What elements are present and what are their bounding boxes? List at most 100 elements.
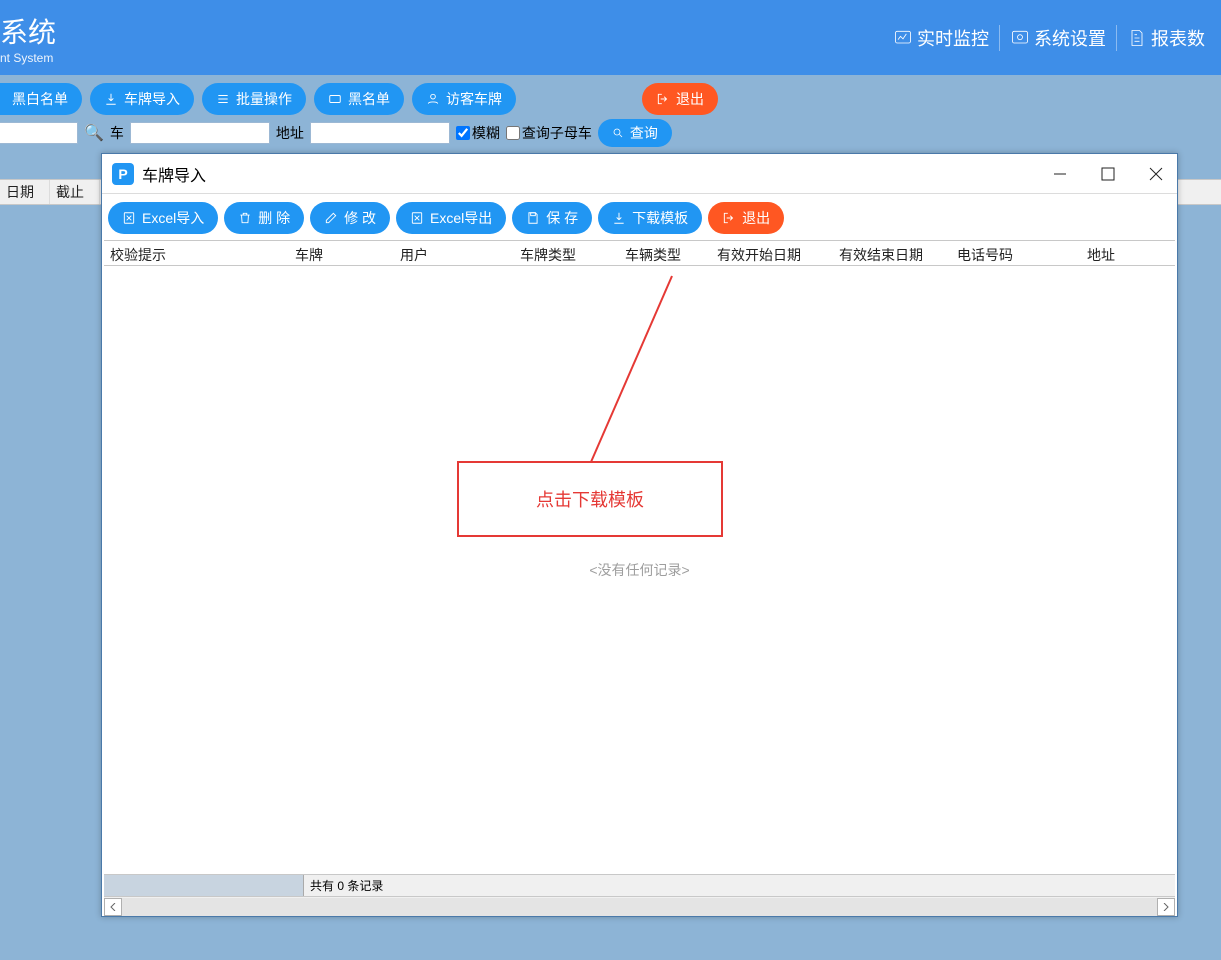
visitor-label: 访客车牌 <box>446 89 502 109</box>
horizontal-scrollbar[interactable] <box>104 896 1175 916</box>
excel-icon <box>410 211 424 225</box>
dialog-table-body: <没有任何记录> 点击下载模板 <box>104 266 1175 874</box>
parent-child-checkbox-wrap[interactable]: 查询子母车 <box>506 123 592 143</box>
address-input[interactable] <box>310 122 450 144</box>
col-phone: 电话号码 <box>951 241 1081 265</box>
nav-reports[interactable]: 报表数 <box>1121 21 1211 55</box>
batch-button[interactable]: 批量操作 <box>202 83 306 115</box>
nav-separator <box>999 25 1000 51</box>
owner-input[interactable] <box>130 122 270 144</box>
col-plate: 车牌 <box>289 241 394 265</box>
nav-monitor-label: 实时监控 <box>917 25 989 51</box>
close-button[interactable] <box>1145 163 1167 185</box>
minimize-icon <box>1053 167 1067 181</box>
dialog-exit-label: 退出 <box>742 208 770 228</box>
blackwhite-label: 黑白名单 <box>12 89 68 109</box>
scroll-left-button[interactable] <box>104 898 122 916</box>
col-plate-type: 车牌类型 <box>514 241 619 265</box>
save-icon <box>526 211 540 225</box>
blackwhite-button[interactable]: 黑白名单 <box>0 83 82 115</box>
close-icon <box>1149 167 1163 181</box>
trash-icon <box>238 211 252 225</box>
binoculars-icon[interactable]: 🔍 <box>84 123 104 143</box>
app-header: 系统 nt System 实时监控 系统设置 报表数 <box>0 0 1221 75</box>
list-icon <box>216 92 230 106</box>
import-dialog: P 车牌导入 Excel导入 删 除 修 改 Excel导出 <box>101 153 1178 917</box>
dialog-exit-button[interactable]: 退出 <box>708 202 784 234</box>
first-input[interactable] <box>0 122 78 144</box>
excel-export-label: Excel导出 <box>430 208 492 228</box>
annotation-arrow-icon <box>104 266 804 526</box>
blacklist-button[interactable]: 黑名单 <box>314 83 404 115</box>
dialog-toolbar: Excel导入 删 除 修 改 Excel导出 保 存 下载模板 <box>104 194 1175 240</box>
plate-import-label: 车牌导入 <box>124 89 180 109</box>
delete-button[interactable]: 删 除 <box>224 202 304 234</box>
query-label: 查询 <box>630 123 658 143</box>
dialog-table-header: 校验提示 车牌 用户 车牌类型 车辆类型 有效开始日期 有效结束日期 电话号码 … <box>104 240 1175 266</box>
batch-label: 批量操作 <box>236 89 292 109</box>
col-vehicle-type: 车辆类型 <box>619 241 711 265</box>
annotation-box: 点击下载模板 <box>457 461 723 537</box>
fuzzy-checkbox[interactable] <box>456 126 470 140</box>
nav-settings[interactable]: 系统设置 <box>1004 21 1112 55</box>
scroll-track[interactable] <box>122 898 1157 916</box>
query-button[interactable]: 查询 <box>598 119 672 147</box>
fuzzy-checkbox-wrap[interactable]: 模糊 <box>456 123 500 143</box>
chevron-left-icon <box>109 903 117 911</box>
exit-button[interactable]: 退出 <box>642 83 718 115</box>
exit-icon <box>656 92 670 106</box>
download-template-label: 下载模板 <box>632 208 688 228</box>
modify-label: 修 改 <box>344 208 376 228</box>
col-start-date: 有效开始日期 <box>711 241 833 265</box>
maximize-button[interactable] <box>1097 163 1119 185</box>
search-row: 🔍 车 地址 模糊 查询子母车 查询 <box>0 119 1221 149</box>
dialog-titlebar: P 车牌导入 <box>102 154 1177 194</box>
window-controls <box>1049 163 1167 185</box>
col-address: 地址 <box>1081 241 1175 265</box>
exit-label: 退出 <box>676 89 704 109</box>
reports-icon <box>1127 28 1147 48</box>
col-user: 用户 <box>394 241 514 265</box>
download-icon <box>104 92 118 106</box>
excel-export-button[interactable]: Excel导出 <box>396 202 506 234</box>
visitor-button[interactable]: 访客车牌 <box>412 83 516 115</box>
nav-settings-label: 系统设置 <box>1034 25 1106 51</box>
monitor-icon <box>893 28 913 48</box>
edit-icon <box>324 211 338 225</box>
modify-button[interactable]: 修 改 <box>310 202 390 234</box>
download-template-button[interactable]: 下载模板 <box>598 202 702 234</box>
card-icon <box>328 92 342 106</box>
excel-import-button[interactable]: Excel导入 <box>108 202 218 234</box>
nav-monitor[interactable]: 实时监控 <box>887 21 995 55</box>
annotation-text: 点击下载模板 <box>536 486 644 512</box>
scroll-right-button[interactable] <box>1157 898 1175 916</box>
top-toolbar: 黑白名单 车牌导入 批量操作 黑名单 访客车牌 退出 <box>0 75 1221 119</box>
delete-label: 删 除 <box>258 208 290 228</box>
excel-import-label: Excel导入 <box>142 208 204 228</box>
save-button[interactable]: 保 存 <box>512 202 592 234</box>
parking-logo-icon: P <box>112 163 134 185</box>
settings-icon <box>1010 28 1030 48</box>
app-subtitle: nt System <box>0 51 56 65</box>
chevron-right-icon <box>1162 903 1170 911</box>
col-end-date: 有效结束日期 <box>833 241 951 265</box>
dialog-body: Excel导入 删 除 修 改 Excel导出 保 存 下载模板 <box>102 194 1177 916</box>
parent-child-checkbox[interactable] <box>506 126 520 140</box>
excel-icon <box>122 211 136 225</box>
nav-reports-label: 报表数 <box>1151 25 1205 51</box>
header-nav: 实时监控 系统设置 报表数 <box>887 21 1211 55</box>
empty-message: <没有任何记录> <box>589 560 689 580</box>
app-title-text: 系统 <box>0 17 56 48</box>
statusbar-gap <box>104 875 304 896</box>
minimize-button[interactable] <box>1049 163 1071 185</box>
maximize-icon <box>1101 167 1115 181</box>
dialog-title: 车牌导入 <box>142 162 206 186</box>
save-label: 保 存 <box>546 208 578 228</box>
col-check-tip: 校验提示 <box>104 241 289 265</box>
col-end: 截止 <box>50 180 100 204</box>
plate-import-button[interactable]: 车牌导入 <box>90 83 194 115</box>
owner-label-partial: 车 <box>110 123 124 143</box>
address-label: 地址 <box>276 123 304 143</box>
search-icon <box>612 127 624 139</box>
dialog-statusbar: 共有 0 条记录 <box>104 874 1175 896</box>
